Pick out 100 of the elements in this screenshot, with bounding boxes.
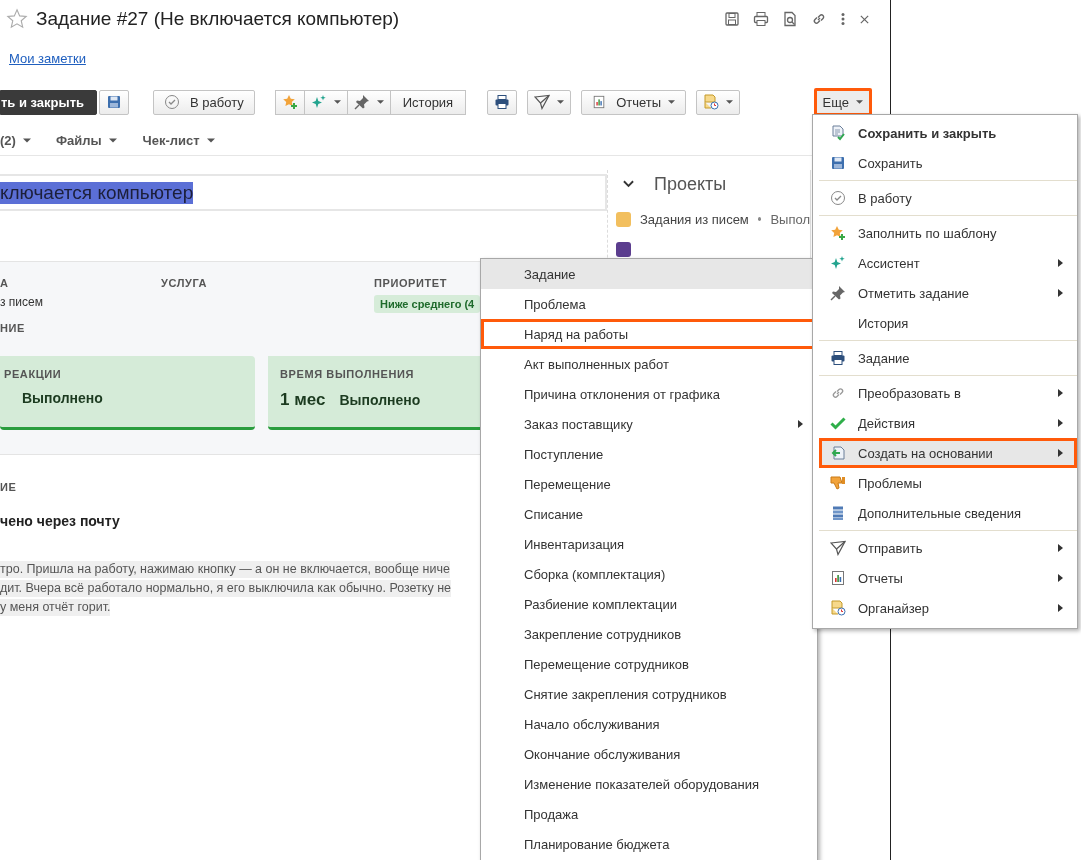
list-icon (830, 505, 846, 521)
close-icon[interactable] (859, 13, 870, 25)
star-plus-icon (830, 225, 846, 241)
submenu-arrow-icon (1058, 544, 1063, 552)
check-circle-icon (830, 190, 846, 206)
card-value: 1 мес (280, 390, 326, 410)
menu-item[interactable]: Продажа (481, 799, 817, 829)
pin-icon (830, 285, 846, 301)
submenu-arrow-icon (798, 420, 803, 428)
send-button[interactable] (527, 89, 572, 115)
tab[interactable]: (2) (0, 129, 31, 151)
card-title: ВРЕМЯ ВЫПОЛНЕНИЯ (280, 368, 415, 380)
menu-item[interactable]: Окончание обслуживания (481, 739, 817, 769)
favorite-star-icon[interactable] (6, 8, 28, 30)
preview-icon[interactable] (782, 11, 798, 27)
save-button[interactable] (99, 89, 129, 115)
subject-field[interactable]: ключается компьютер (0, 174, 607, 211)
menu-item[interactable]: Изменение показателей оборудования (481, 769, 817, 799)
source-text: чено через почту (0, 513, 120, 529)
menu-item[interactable]: История (819, 308, 1077, 338)
submenu-arrow-icon (1058, 419, 1063, 427)
menu-item[interactable]: Отметить задание (819, 278, 1077, 308)
submenu-arrow-icon (1058, 389, 1063, 397)
menu-item[interactable]: Перемещение сотрудников (481, 649, 817, 679)
caret-icon (22, 137, 31, 143)
window-title: Задание #27 (Не включается компьютер) (36, 8, 400, 30)
menu-item[interactable]: Начало обслуживания (481, 709, 817, 739)
caret-icon (376, 100, 384, 104)
printer-icon[interactable] (753, 11, 769, 27)
menu-item[interactable]: Заполнить по шаблону (819, 218, 1077, 248)
check-circle-icon (164, 94, 180, 110)
menu-item[interactable]: Снятие закрепления сотрудников (481, 679, 817, 709)
link-icon[interactable] (811, 11, 827, 27)
project-status: Выпол (770, 211, 810, 227)
submenu-arrow-icon (1058, 289, 1063, 297)
menu-item[interactable]: Заказ поставщику (481, 409, 817, 439)
doc-check-icon (830, 125, 846, 141)
start-work-button[interactable]: В работу (153, 89, 255, 115)
menu-item[interactable]: Планирование бюджета (481, 829, 817, 859)
projects-heading: Проекты (654, 173, 727, 195)
link-icon (830, 385, 846, 401)
project-name[interactable]: Задания из писем (640, 211, 749, 227)
document-arrow-icon (830, 445, 846, 461)
assistant-button[interactable] (303, 89, 348, 115)
section-label: ИЕ (0, 481, 17, 493)
notes-link[interactable]: Мои заметки (9, 51, 86, 66)
tab[interactable]: Чек-лист (142, 129, 215, 151)
document-clock-icon (703, 94, 720, 110)
menu-item[interactable]: Проблемы (819, 468, 1077, 498)
field-label: ПРИОРИТЕТ (374, 277, 448, 289)
caret-icon (333, 100, 341, 104)
menu-item[interactable]: Закрепление сотрудников (481, 619, 817, 649)
pin-icon (353, 94, 370, 110)
menu-item[interactable]: Органайзер (819, 593, 1077, 623)
fill-template-button[interactable] (274, 89, 305, 115)
reports-button[interactable]: Отчеты (581, 89, 687, 115)
more-icon[interactable] (840, 11, 846, 27)
menu-item[interactable]: Отправить (819, 533, 1077, 563)
more-button[interactable]: Еще (813, 88, 872, 116)
menu-item[interactable]: Преобразовать в (819, 378, 1077, 408)
chart-document-icon (830, 570, 846, 586)
paper-plane-icon (534, 94, 551, 110)
menu-item[interactable]: Создать на основании (819, 438, 1077, 468)
history-button[interactable]: История (389, 89, 467, 115)
menu-item[interactable]: Задание (819, 343, 1077, 373)
mark-button[interactable] (346, 89, 391, 115)
caret-icon (856, 100, 863, 104)
caret-icon (206, 137, 215, 143)
menu-item[interactable]: Действия (819, 408, 1077, 438)
document-clock-icon (830, 600, 846, 616)
organizer-button[interactable] (696, 89, 741, 115)
card-status: Выполнено (339, 392, 421, 408)
checkmark-icon (830, 415, 846, 431)
printer-icon (494, 94, 511, 110)
submenu-arrow-icon (1058, 574, 1063, 582)
tab[interactable]: Файлы (55, 129, 117, 151)
chart-document-icon (592, 95, 607, 109)
section-label: НИЕ (0, 322, 25, 334)
submenu-arrow-icon (1058, 259, 1063, 267)
menu-item[interactable]: Наряд на работы (481, 319, 817, 349)
menu-item[interactable]: В работу (819, 183, 1077, 213)
caret-icon (557, 100, 565, 104)
menu-item[interactable]: Дополнительные сведения (819, 498, 1077, 528)
thumbs-down-icon (830, 475, 846, 491)
card-title: РЕАКЦИИ (4, 368, 63, 380)
menu-item[interactable]: Отчеты (819, 563, 1077, 593)
menu-item[interactable]: Сохранить и закрыть (819, 118, 1077, 148)
submenu-arrow-icon (1058, 604, 1063, 612)
send-icon (830, 540, 846, 556)
separator-dot (757, 217, 762, 221)
chevron-icon[interactable] (623, 180, 634, 188)
field-value: з писем (0, 295, 43, 309)
print-button[interactable] (487, 89, 518, 115)
card-status: Выполнено (22, 390, 103, 406)
field-label: А (0, 277, 9, 289)
menu-item[interactable]: Ассистент (819, 248, 1077, 278)
field-label: УСЛУГА (161, 277, 208, 289)
caret-icon (726, 100, 734, 104)
menu-item[interactable]: Сохранить (819, 148, 1077, 178)
save-close-button[interactable]: ть и закрыть (0, 89, 97, 115)
